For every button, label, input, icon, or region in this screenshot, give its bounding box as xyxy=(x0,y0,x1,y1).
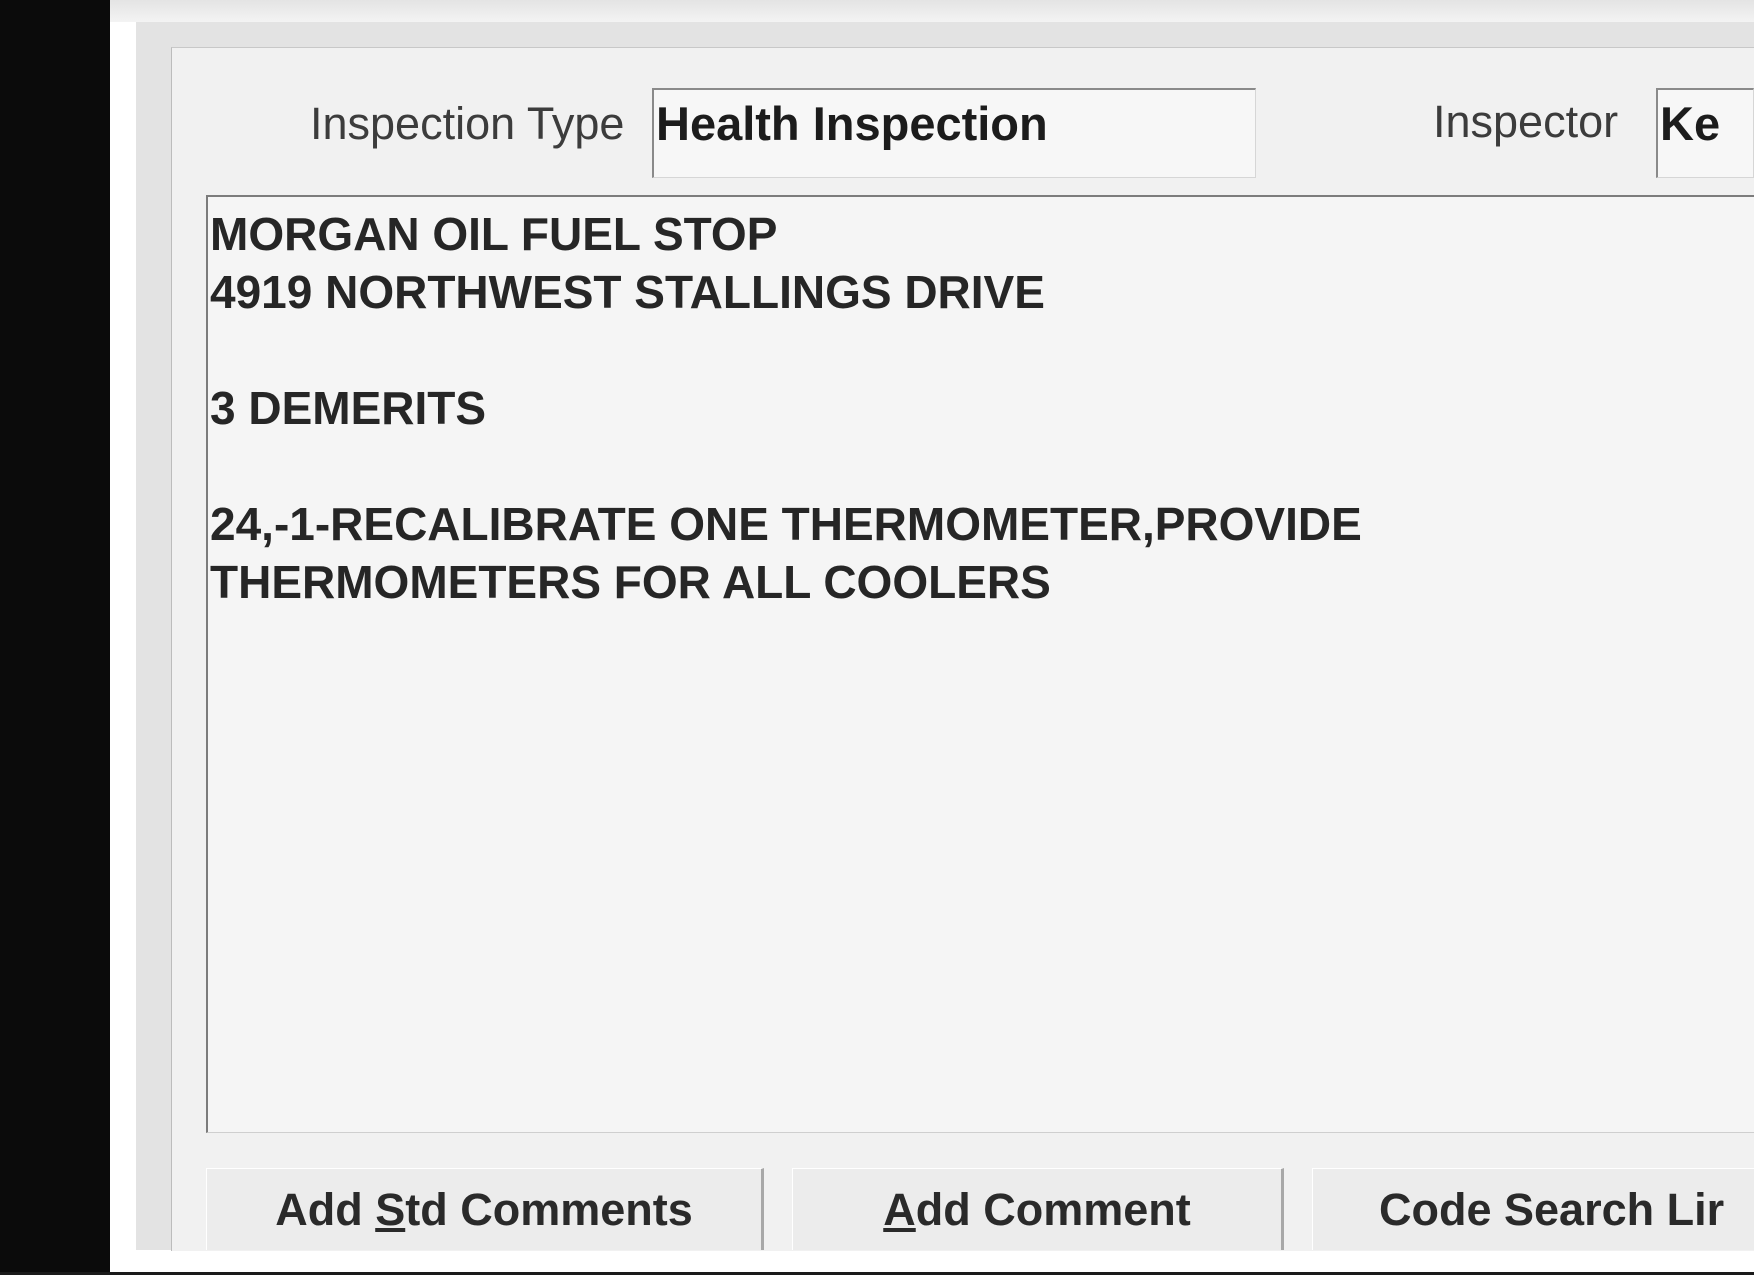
inspector-label: Inspector xyxy=(1433,96,1619,147)
inspection-type-value: Health Inspection xyxy=(656,97,1048,150)
button-label: Code Search Lir xyxy=(1379,1183,1725,1235)
add-comment-button[interactable]: Add Comment xyxy=(792,1168,1284,1250)
comment-line: THERMOMETERS FOR ALL COOLERS xyxy=(210,556,1051,608)
comment-line: 4919 NORTHWEST STALLINGS DRIVE xyxy=(210,266,1045,318)
add-std-comments-button[interactable]: Add Std Comments xyxy=(206,1168,764,1250)
button-label-part: td Comments xyxy=(405,1183,693,1235)
comment-line xyxy=(210,321,1754,379)
inspection-type-field[interactable]: Health Inspection xyxy=(652,88,1256,178)
inspector-field[interactable]: Ke xyxy=(1656,88,1754,178)
button-label-part: Add xyxy=(275,1183,376,1235)
button-label-part: dd Comment xyxy=(915,1183,1191,1235)
scan-border xyxy=(0,0,110,1275)
inspector-value: Ke xyxy=(1660,97,1721,150)
comment-line: 24,-1-RECALIBRATE ONE THERMOMETER,PROVID… xyxy=(210,498,1362,550)
button-mnemonic: S xyxy=(375,1183,406,1235)
comment-line: MORGAN OIL FUEL STOP xyxy=(210,208,778,260)
code-search-button[interactable]: Code Search Lir xyxy=(1312,1168,1754,1250)
scan-shadow xyxy=(110,0,1754,22)
comment-line: 3 DEMERITS xyxy=(210,382,487,434)
button-mnemonic: A xyxy=(883,1183,916,1235)
inspection-type-label: Inspection Type xyxy=(310,98,625,149)
comment-line xyxy=(210,437,1754,495)
comments-textarea[interactable]: MORGAN OIL FUEL STOP 4919 NORTHWEST STAL… xyxy=(206,195,1754,1133)
